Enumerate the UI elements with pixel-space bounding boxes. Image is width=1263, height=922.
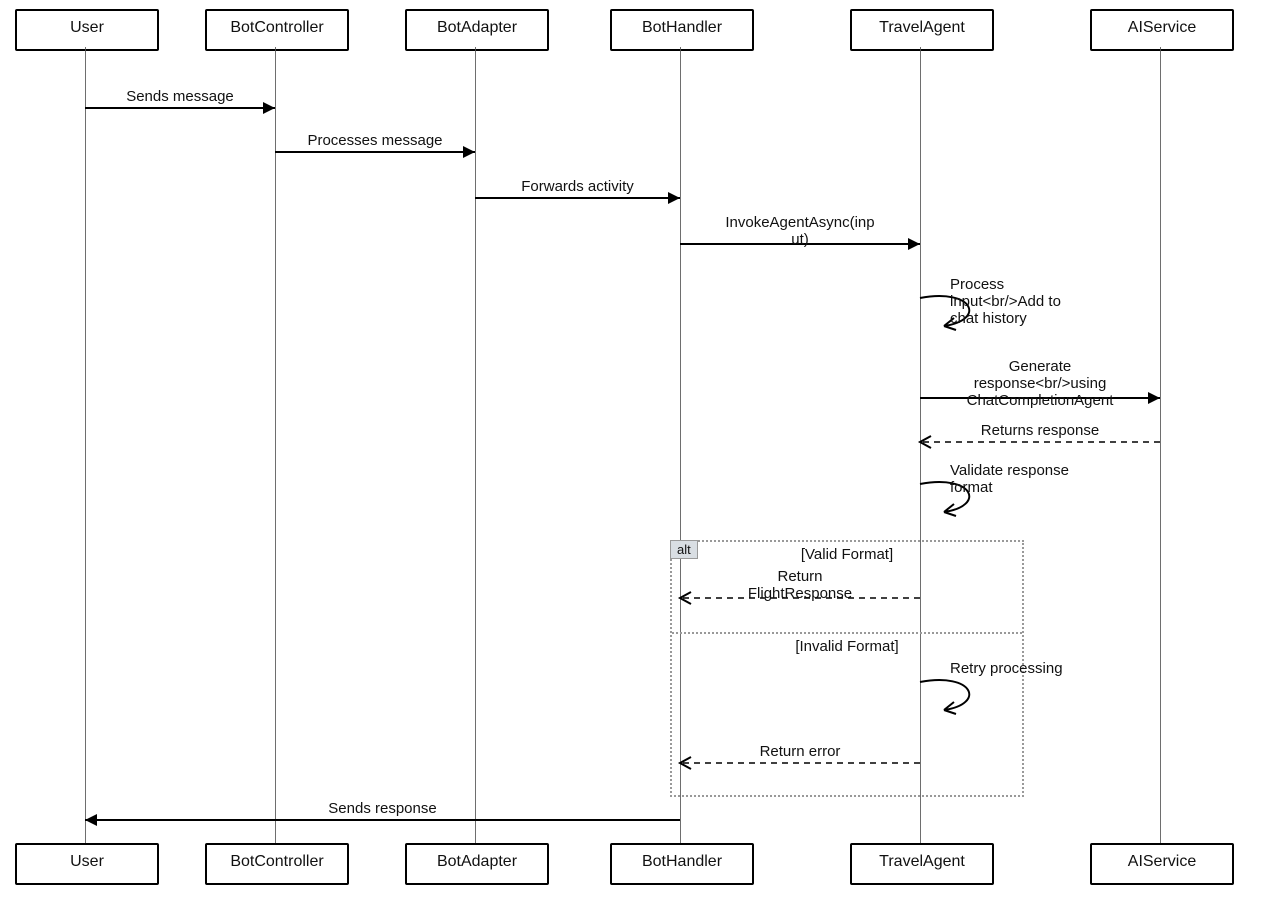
- actor-user-bottom: User: [15, 843, 159, 885]
- actor-label: AIService: [1128, 19, 1196, 36]
- actor-label: BotHandler: [642, 853, 722, 870]
- actor-label: BotAdapter: [437, 19, 517, 36]
- message-label: Sends response: [85, 800, 680, 817]
- message-label: Validate response format: [950, 462, 1120, 496]
- actor-agent-bottom: TravelAgent: [850, 843, 994, 885]
- message-label: InvokeAgentAsync(inp ut): [680, 214, 920, 248]
- message-label: Return error: [680, 743, 920, 760]
- actor-adapter-bottom: BotAdapter: [405, 843, 549, 885]
- alt-guard-2: [Invalid Format]: [672, 638, 1022, 655]
- actor-ai-bottom: AIService: [1090, 843, 1234, 885]
- lifeline-controller: [275, 47, 276, 843]
- actor-label: BotController: [230, 853, 323, 870]
- actor-handler-top: BotHandler: [610, 9, 754, 51]
- actor-label: AIService: [1128, 853, 1196, 870]
- message-label: Retry processing: [950, 660, 1120, 677]
- actor-label: BotHandler: [642, 19, 722, 36]
- actor-agent-top: TravelAgent: [850, 9, 994, 51]
- lifeline-user: [85, 47, 86, 843]
- message-label: Returns response: [920, 422, 1160, 439]
- actor-label: BotController: [230, 19, 323, 36]
- actor-user-top: User: [15, 9, 159, 51]
- alt-guard-1: [Valid Format]: [672, 546, 1022, 563]
- actor-ai-top: AIService: [1090, 9, 1234, 51]
- message-label: Return FlightResponse: [680, 568, 920, 602]
- actor-label: User: [70, 19, 104, 36]
- actor-controller-bottom: BotController: [205, 843, 349, 885]
- actor-label: TravelAgent: [879, 853, 965, 870]
- message-label: Forwards activity: [475, 178, 680, 195]
- actor-controller-top: BotController: [205, 9, 349, 51]
- message-label: Processes message: [275, 132, 475, 149]
- actor-label: User: [70, 853, 104, 870]
- sequence-diagram: User User BotController BotController BotAda…: [0, 0, 1263, 922]
- lifeline-adapter: [475, 47, 476, 843]
- message-label: Generate response<br/>using ChatCompleti…: [920, 358, 1160, 409]
- actor-label: TravelAgent: [879, 19, 965, 36]
- actor-handler-bottom: BotHandler: [610, 843, 754, 885]
- actor-label: BotAdapter: [437, 853, 517, 870]
- message-label: Sends message: [85, 88, 275, 105]
- message-label: Process input<br/>Add to chat history: [950, 276, 1120, 327]
- actor-adapter-top: BotAdapter: [405, 9, 549, 51]
- alt-divider: [672, 632, 1022, 634]
